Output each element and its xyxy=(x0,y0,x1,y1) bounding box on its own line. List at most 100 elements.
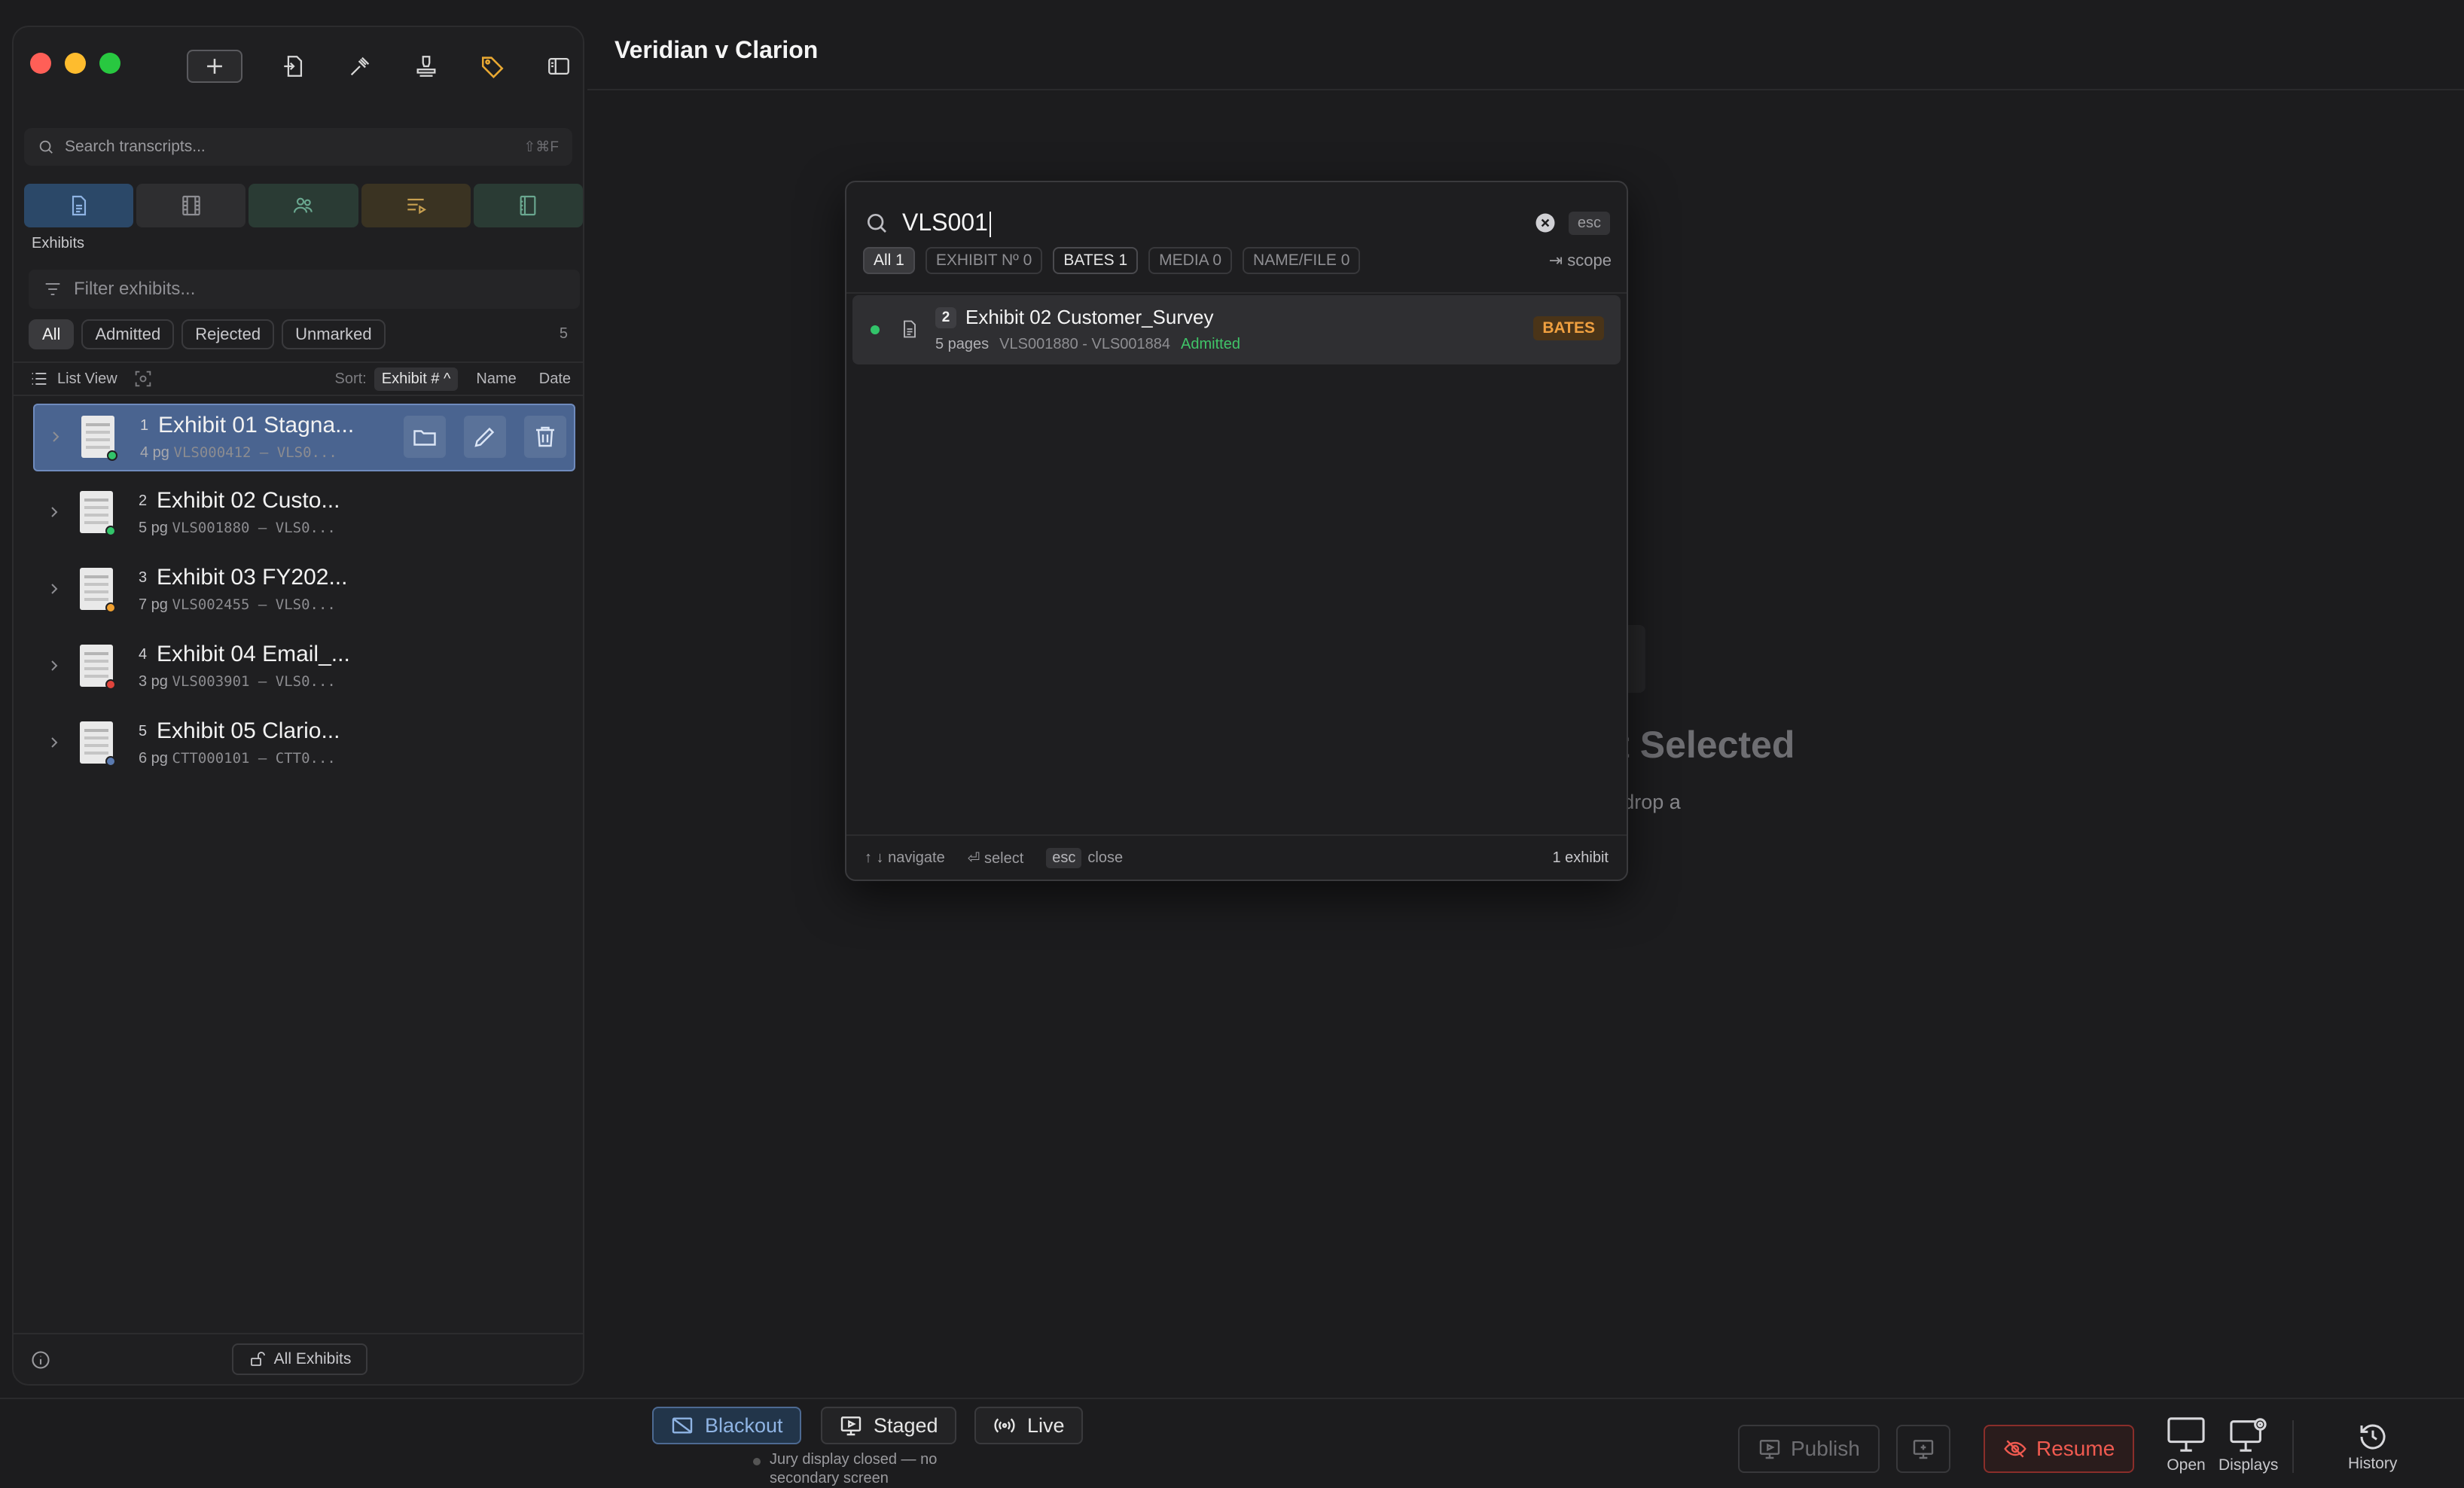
display-settings-button[interactable]: Displays xyxy=(2219,1416,2278,1474)
exhibit-count: 5 xyxy=(559,325,568,342)
live-label: Live xyxy=(1027,1413,1065,1437)
chevron-right-icon[interactable] xyxy=(45,657,63,675)
present-button[interactable] xyxy=(1896,1425,1950,1473)
exhibit-list: 1 Exhibit 01 Stagna... 4 pg VLS000412 – … xyxy=(33,404,575,788)
exhibit-row[interactable]: 2 Exhibit 02 Custo... 5 pg VLS001880 – V… xyxy=(33,480,575,548)
exhibit-row[interactable]: 4 Exhibit 04 Email_... 3 pg VLS003901 – … xyxy=(33,634,575,702)
tab-witnesses[interactable] xyxy=(249,184,358,227)
exhibit-row[interactable]: 1 Exhibit 01 Stagna... 4 pg VLS000412 – … xyxy=(33,404,575,471)
esc-key: esc xyxy=(1046,847,1082,868)
exhibit-bates: VLS001880 – VLS0... xyxy=(172,520,336,536)
close-label: close xyxy=(1087,849,1124,866)
sidebar-footer: All Exhibits xyxy=(14,1333,583,1384)
tab-exhibits[interactable] xyxy=(24,184,134,227)
exhibit-pages: 6 pg xyxy=(139,750,168,767)
tab-media[interactable] xyxy=(136,184,246,227)
list-header: List View Sort: Exhibit # ^ Name Date xyxy=(14,361,583,396)
sort-name[interactable]: Name xyxy=(476,370,516,388)
clear-search-icon[interactable] xyxy=(1534,212,1557,234)
palette-search-field[interactable]: VLS001 esc xyxy=(865,200,1610,245)
zoom-window-button[interactable] xyxy=(99,53,120,74)
monitor-icon xyxy=(1913,1440,1934,1459)
chip-rejected[interactable]: Rejected xyxy=(181,319,275,349)
filter-all[interactable]: All 1 xyxy=(863,247,915,274)
list-view-icon xyxy=(32,372,47,386)
open-display-button[interactable]: Open xyxy=(2166,1416,2206,1474)
filter-exhibit-number[interactable]: EXHIBIT Nº 0 xyxy=(925,247,1043,274)
header-divider xyxy=(587,89,2464,90)
import-button[interactable] xyxy=(273,50,315,83)
exhibit-row[interactable]: 3 Exhibit 03 FY202... 7 pg VLS002455 – V… xyxy=(33,557,575,625)
stamp-button[interactable] xyxy=(405,50,447,83)
search-result-item[interactable]: 2 Exhibit 02 Customer_Survey 5 pages VLS0… xyxy=(852,295,1621,364)
chevron-right-icon[interactable] xyxy=(45,733,63,752)
chevron-right-icon[interactable] xyxy=(47,428,65,446)
exhibit-bates: VLS003901 – VLS0... xyxy=(172,673,336,690)
all-exhibits-button[interactable]: All Exhibits xyxy=(231,1343,368,1375)
chip-admitted[interactable]: Admitted xyxy=(81,319,175,349)
result-status: Admitted xyxy=(1181,336,1240,352)
exhibit-title: Exhibit 01 Stagna... xyxy=(158,413,355,438)
close-window-button[interactable] xyxy=(30,53,51,74)
chevron-right-icon[interactable] xyxy=(45,503,63,521)
staged-button[interactable]: Staged xyxy=(821,1407,956,1444)
edit-exhibit-button[interactable] xyxy=(464,416,506,458)
playlist-icon xyxy=(407,198,427,215)
scope-button[interactable]: ⇥ scope xyxy=(1549,251,1612,270)
exhibit-row[interactable]: 5 Exhibit 05 Clario... 6 pg CTT000101 – … xyxy=(33,711,575,779)
add-exhibit-button[interactable] xyxy=(187,50,242,83)
publish-button[interactable]: Publish xyxy=(1738,1425,1880,1473)
history-button[interactable]: History xyxy=(2348,1422,2397,1473)
sidebar: Search transcripts... ⇧⌘F Exhibits Filte xyxy=(12,26,584,1386)
sort-date[interactable]: Date xyxy=(539,370,571,388)
broadcast-icon xyxy=(994,1418,1015,1433)
exhibit-pages: 3 pg xyxy=(139,673,168,690)
binder-icon xyxy=(520,195,536,216)
tab-binder[interactable] xyxy=(473,184,583,227)
tag-button[interactable] xyxy=(471,50,514,83)
escape-button[interactable]: esc xyxy=(1568,211,1610,235)
live-button[interactable]: Live xyxy=(974,1407,1083,1444)
app-window: Search transcripts... ⇧⌘F Exhibits Filte xyxy=(0,0,2464,1486)
import-icon xyxy=(284,56,303,77)
history-icon xyxy=(2360,1424,2386,1450)
sort-exhibit-number[interactable]: Exhibit # ^ xyxy=(374,367,459,391)
gavel-button[interactable] xyxy=(339,50,381,83)
status-dot xyxy=(105,679,116,690)
exhibit-bates: CTT000101 – CTT0... xyxy=(172,750,336,767)
blackout-label: Blackout xyxy=(705,1413,783,1437)
open-folder-button[interactable] xyxy=(404,416,446,458)
filter-media[interactable]: MEDIA 0 xyxy=(1148,247,1233,274)
resume-button[interactable]: Resume xyxy=(1984,1425,2135,1473)
result-count: 1 exhibit xyxy=(1552,849,1609,866)
chip-all[interactable]: All xyxy=(29,319,75,349)
chevron-right-icon[interactable] xyxy=(45,580,63,598)
toggle-sidebar-button[interactable] xyxy=(538,50,580,83)
screenshot-icon[interactable] xyxy=(133,368,154,389)
presentation-bar: Blackout Staged Live Jury display closed… xyxy=(0,1398,2464,1486)
publish-label: Publish xyxy=(1791,1437,1860,1460)
exhibit-number: 1 xyxy=(140,417,149,434)
status-dot xyxy=(871,325,880,334)
document-icon xyxy=(904,320,916,338)
info-icon[interactable] xyxy=(30,1349,51,1371)
list-view-label[interactable]: List View xyxy=(57,370,117,388)
filter-name-file[interactable]: NAME/FILE 0 xyxy=(1243,247,1361,274)
transcript-search-input[interactable]: Search transcripts... ⇧⌘F xyxy=(24,128,572,166)
exhibit-title: Exhibit 03 FY202... xyxy=(157,565,348,590)
status-filter-chips: All Admitted Rejected Unmarked xyxy=(29,319,386,349)
trash-icon xyxy=(536,426,554,447)
film-icon xyxy=(182,195,200,216)
palette-search-input[interactable]: VLS001 xyxy=(902,209,1534,237)
delete-exhibit-button[interactable] xyxy=(524,416,566,458)
minimize-window-button[interactable] xyxy=(65,53,86,74)
blackout-button[interactable]: Blackout xyxy=(652,1407,801,1444)
chip-unmarked[interactable]: Unmarked xyxy=(282,319,386,349)
tab-playlist[interactable] xyxy=(361,184,471,227)
gavel-icon xyxy=(350,56,370,76)
document-icon xyxy=(72,195,86,216)
palette-footer: ↑ ↓ navigate ⏎ select esc close 1 exhibit xyxy=(846,834,1627,880)
filter-exhibits-input[interactable]: Filter exhibits... xyxy=(29,270,580,309)
filter-placeholder: Filter exhibits... xyxy=(74,279,196,299)
filter-bates[interactable]: BATES 1 xyxy=(1053,247,1139,274)
